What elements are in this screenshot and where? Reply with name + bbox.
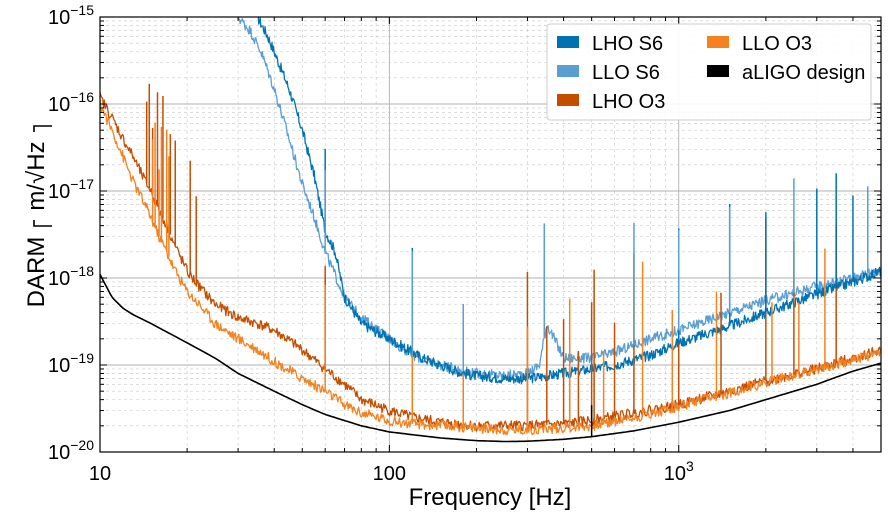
x-axis-label: Frequency [Hz] — [409, 484, 572, 511]
legend-label-lho-s6: LHO S6 — [592, 33, 663, 55]
legend-swatch-llo-s6 — [557, 65, 579, 77]
legend-swatch-lho-o3 — [557, 94, 579, 106]
x-tick-label: 10 — [89, 463, 111, 485]
y-axis-label-main: DARM — [23, 237, 50, 308]
legend-swatch-aligo-design — [707, 65, 729, 77]
legend-label-llo-o3: LLO O3 — [742, 33, 812, 55]
legend: LHO S6 LLO S6 LHO O3 LLO O3 aLIGO design — [546, 23, 872, 121]
legend-label-lho-o3: LHO O3 — [592, 91, 665, 113]
legend-swatch-llo-o3 — [707, 36, 729, 48]
legend-label-aligo-design: aLIGO design — [742, 62, 865, 84]
legend-label-llo-s6: LLO S6 — [592, 62, 660, 84]
y-axis-label-unit: m/√Hz — [23, 141, 50, 210]
x-tick-label: 100 — [373, 463, 406, 485]
darm-noise-chart: 10 100 103 10−1510−1610−1710−1810−1910−20 … — [0, 0, 888, 517]
legend-swatch-lho-s6 — [557, 36, 579, 48]
